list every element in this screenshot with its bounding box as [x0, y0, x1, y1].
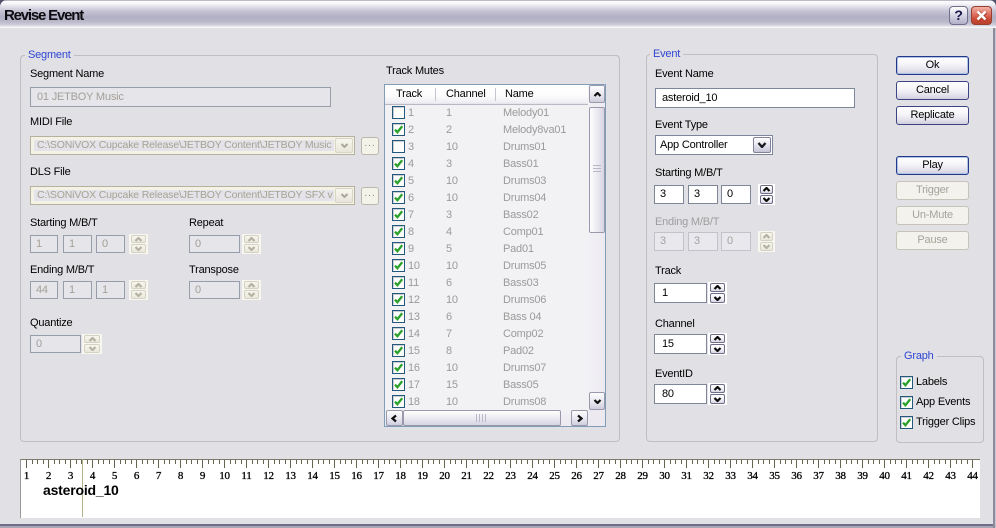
- svg-text:35: 35: [769, 470, 780, 482]
- svg-text:42: 42: [923, 470, 934, 482]
- svg-text:15: 15: [329, 470, 340, 482]
- svg-text:33: 33: [725, 470, 736, 482]
- svg-text:40: 40: [879, 470, 890, 482]
- svg-text:13: 13: [285, 470, 296, 482]
- svg-text:4: 4: [90, 470, 96, 482]
- svg-text:27: 27: [593, 470, 604, 482]
- svg-text:44: 44: [967, 470, 978, 482]
- svg-text:29: 29: [637, 470, 648, 482]
- svg-text:18: 18: [395, 470, 406, 482]
- svg-text:10: 10: [219, 470, 230, 482]
- svg-text:25: 25: [549, 470, 560, 482]
- svg-text:28: 28: [615, 470, 626, 482]
- svg-text:14: 14: [307, 470, 318, 482]
- svg-text:37: 37: [813, 470, 824, 482]
- svg-text:43: 43: [945, 470, 956, 482]
- svg-text:3: 3: [68, 470, 74, 482]
- svg-text:7: 7: [156, 470, 162, 482]
- svg-text:34: 34: [747, 470, 758, 482]
- svg-text:20: 20: [439, 470, 450, 482]
- svg-text:24: 24: [527, 470, 538, 482]
- svg-text:38: 38: [835, 470, 846, 482]
- svg-text:30: 30: [659, 470, 670, 482]
- svg-text:23: 23: [505, 470, 516, 482]
- svg-text:41: 41: [901, 470, 912, 482]
- svg-text:16: 16: [351, 470, 362, 482]
- svg-text:26: 26: [571, 470, 582, 482]
- svg-text:31: 31: [681, 470, 692, 482]
- svg-text:2: 2: [46, 470, 51, 482]
- svg-text:21: 21: [461, 470, 472, 482]
- svg-text:6: 6: [134, 470, 140, 482]
- svg-text:9: 9: [200, 470, 206, 482]
- svg-text:5: 5: [112, 470, 118, 482]
- svg-text:1: 1: [24, 470, 29, 482]
- svg-text:11: 11: [241, 470, 251, 482]
- svg-text:22: 22: [483, 470, 494, 482]
- svg-text:19: 19: [417, 470, 428, 482]
- svg-text:8: 8: [178, 470, 184, 482]
- svg-text:32: 32: [703, 470, 714, 482]
- svg-text:17: 17: [373, 470, 384, 482]
- svg-text:36: 36: [791, 470, 802, 482]
- svg-text:39: 39: [857, 470, 868, 482]
- svg-text:12: 12: [263, 470, 274, 482]
